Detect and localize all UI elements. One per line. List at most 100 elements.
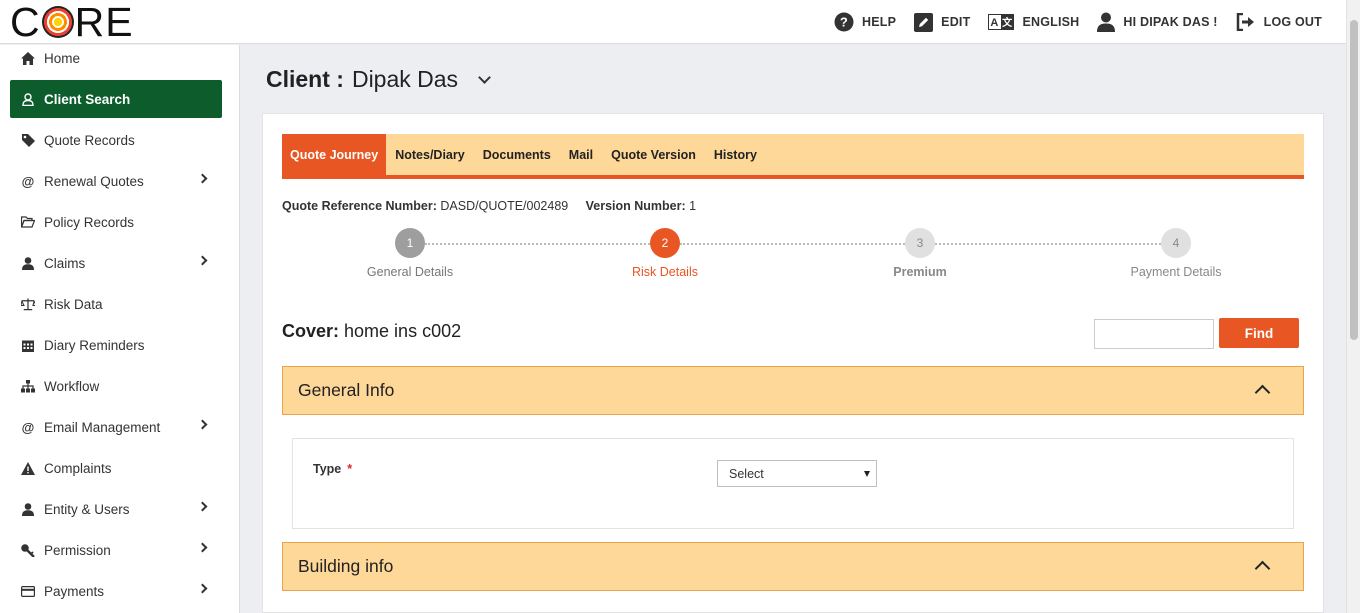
- sidebar-item-label: Quote Records: [44, 132, 135, 148]
- user-icon: [1097, 12, 1116, 32]
- step-label: Risk Details: [632, 265, 698, 279]
- sidebar-item-diary-reminders[interactable]: Diary Reminders: [10, 326, 222, 364]
- sidebar-item-workflow[interactable]: Workflow: [10, 367, 222, 405]
- sidebar-item-complaints[interactable]: Complaints: [10, 449, 222, 487]
- step-risk-details[interactable]: 2 Risk Details: [585, 228, 745, 279]
- version-value: 1: [689, 199, 697, 213]
- tab-documents[interactable]: Documents: [474, 134, 560, 175]
- section-building-info[interactable]: Building info: [282, 542, 1304, 591]
- sidebar-item-quote-records[interactable]: Quote Records: [10, 121, 222, 159]
- chevron-right-icon: [197, 255, 208, 266]
- question-circle-icon: ?: [834, 12, 854, 32]
- language-selector[interactable]: A文 ENGLISH: [988, 14, 1079, 30]
- cover-heading: Cover: home ins c002: [282, 321, 461, 342]
- section-general-info[interactable]: General Info: [282, 366, 1304, 415]
- sidebar-item-payments[interactable]: Payments: [10, 572, 222, 610]
- sidebar-item-label: Workflow: [44, 378, 100, 394]
- sidebar-item-entity-users[interactable]: Entity & Users: [10, 490, 222, 528]
- tab-quote-journey[interactable]: Quote Journey: [282, 134, 387, 175]
- logo-ring-icon: [41, 6, 74, 38]
- help-link[interactable]: ? HELP: [834, 12, 896, 32]
- core-logo[interactable]: C RE: [10, 0, 134, 45]
- tab-mail[interactable]: Mail: [560, 134, 602, 175]
- quote-ref-value: DASD/QUOTE/002489: [440, 199, 569, 213]
- client-name: Dipak Das: [351, 66, 459, 92]
- chevron-right-icon: [197, 501, 208, 512]
- person-icon: [21, 256, 35, 270]
- type-label-text: Type: [313, 462, 342, 476]
- sidebar-item-label: Home: [44, 50, 81, 66]
- chevron-up-icon[interactable]: [1254, 560, 1271, 577]
- find-input[interactable]: [1094, 319, 1214, 349]
- cover-value: home ins c002: [344, 321, 462, 341]
- section-title: General Info: [298, 380, 395, 400]
- sidebar-item-permission[interactable]: Permission: [10, 531, 222, 569]
- sidebar-item-label: Diary Reminders: [44, 337, 145, 353]
- step-label: Payment Details: [1130, 265, 1222, 279]
- tab-quote-version[interactable]: Quote Version: [602, 134, 705, 175]
- credit-card-icon: [21, 585, 35, 597]
- sidebar-item-label: Permission: [44, 542, 111, 558]
- sidebar-item-client-search[interactable]: Client Search: [10, 80, 222, 118]
- tag-icon: [21, 133, 35, 147]
- step-label: General Details: [366, 265, 454, 279]
- sitemap-icon: [21, 379, 35, 393]
- sidebar-item-label: Email Management: [44, 419, 161, 435]
- user-profile-link[interactable]: HI DIPAK DAS !: [1097, 12, 1217, 32]
- sidebar-item-label: Payments: [44, 583, 105, 599]
- sidebar-item-policy-records[interactable]: Policy Records: [10, 203, 222, 241]
- logo-letters-re: RE: [74, 0, 134, 45]
- logout-icon: [1236, 13, 1256, 31]
- chevron-right-icon: [197, 542, 208, 553]
- sidebar-item-email-management[interactable]: @ Email Management: [10, 408, 222, 446]
- svg-text:A: A: [991, 17, 999, 29]
- required-marker: *: [347, 462, 353, 476]
- step-premium[interactable]: 3 Premium: [840, 228, 1000, 279]
- scale-icon: [21, 297, 35, 311]
- tab-notes-diary[interactable]: Notes/Diary: [386, 134, 473, 175]
- sidebar-item-label: Policy Records: [44, 214, 135, 230]
- step-payment-details[interactable]: 4 Payment Details: [1096, 228, 1256, 279]
- quote-ref-label: Quote Reference Number:: [282, 199, 437, 213]
- top-navigation: ? HELP EDIT A文 ENGLISH HI DIPAK DAS ! LO…: [834, 0, 1322, 44]
- user-greeting: HI DIPAK DAS !: [1123, 15, 1218, 29]
- type-select-value: Select: [729, 466, 764, 481]
- warning-icon: [21, 461, 35, 475]
- page-scrollbar[interactable]: [1346, 0, 1360, 613]
- person-icon: [21, 502, 35, 516]
- step-number: 4: [1161, 228, 1191, 258]
- sidebar-item-label: Claims: [44, 255, 86, 271]
- find-button[interactable]: Find: [1219, 318, 1299, 348]
- top-bar: C RE ? HELP EDIT A文 ENGLISH HI DIPAK DAS…: [0, 0, 1360, 45]
- chevron-right-icon: [197, 173, 208, 184]
- sidebar-item-risk-data[interactable]: Risk Data: [10, 285, 222, 323]
- sidebar-item-renewal-quotes[interactable]: @ Renewal Quotes: [10, 162, 222, 200]
- step-number: 2: [650, 228, 680, 258]
- edit-icon: [914, 12, 934, 32]
- user-outline-icon: [21, 92, 35, 106]
- edit-label: EDIT: [941, 15, 971, 29]
- tab-bar: Quote Journey Notes/Diary Documents Mail…: [282, 134, 1304, 179]
- tab-history[interactable]: History: [705, 134, 766, 175]
- chevron-up-icon[interactable]: [1254, 384, 1271, 401]
- sidebar-item-claims[interactable]: Claims: [10, 244, 222, 282]
- sidebar-item-label: Risk Data: [44, 296, 103, 312]
- client-header: Client : Dipak Das: [266, 66, 491, 93]
- logout-label: LOG OUT: [1263, 15, 1322, 29]
- language-label: ENGLISH: [1022, 15, 1080, 29]
- quote-reference-line: Quote Reference Number: DASD/QUOTE/00248…: [282, 199, 696, 213]
- help-label: HELP: [862, 15, 897, 29]
- svg-text:?: ?: [840, 15, 848, 30]
- type-select[interactable]: Select: [717, 460, 877, 487]
- step-number: 3: [905, 228, 935, 258]
- dropdown-arrow-icon: [864, 471, 870, 477]
- home-icon: [21, 51, 35, 65]
- type-field-label: Type *: [313, 462, 352, 476]
- sidebar-item-home[interactable]: Home: [10, 45, 222, 77]
- logout-link[interactable]: LOG OUT: [1236, 13, 1322, 31]
- step-general-details[interactable]: 1 General Details: [330, 228, 490, 279]
- chevron-down-icon[interactable]: [478, 70, 491, 84]
- edit-link[interactable]: EDIT: [914, 12, 971, 32]
- scrollbar-thumb[interactable]: [1350, 20, 1358, 340]
- progress-stepper: 1 General Details 2 Risk Details 3 Premi…: [282, 228, 1304, 280]
